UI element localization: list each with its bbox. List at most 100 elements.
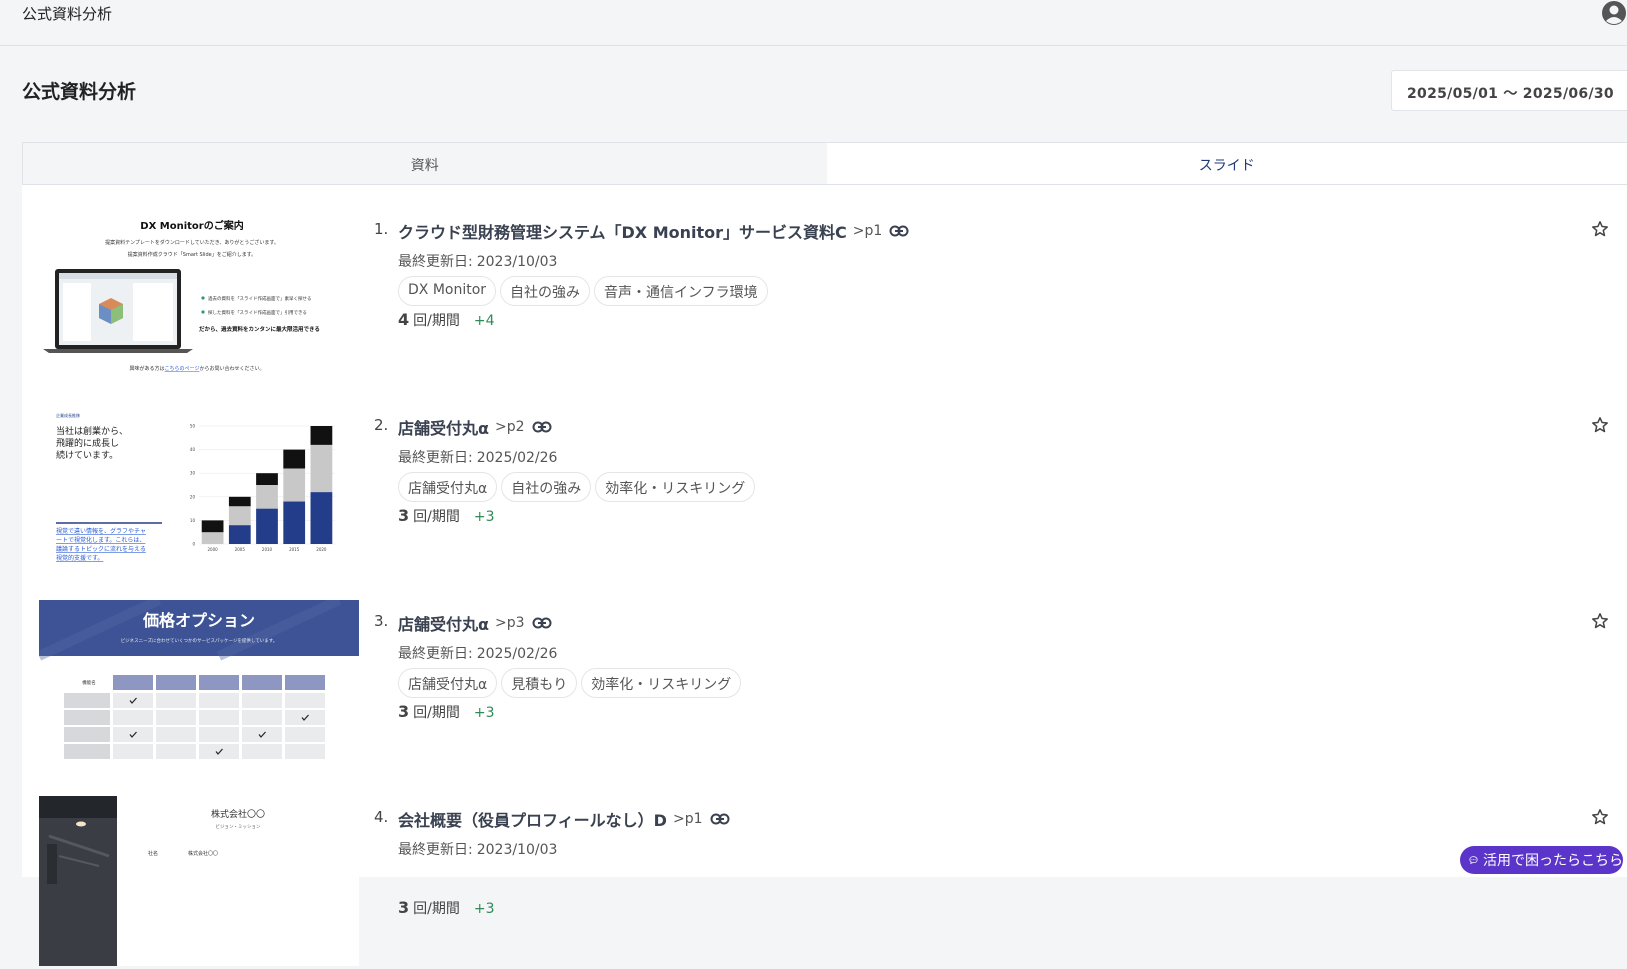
page-ref: >p3 — [495, 615, 525, 631]
tag[interactable]: 音声・通信インフラ環境 — [594, 276, 768, 306]
tag[interactable]: 自社の強み — [501, 472, 591, 502]
table-cell — [199, 744, 239, 759]
chart-y-tick-label: 20 — [190, 494, 196, 499]
last-updated: 最終更新日:2023/10/03 — [398, 839, 557, 859]
link-icon[interactable] — [532, 616, 552, 630]
tag[interactable]: 店舗受付丸α — [398, 668, 497, 698]
thumb-note: ートで視覚化します。これらは、 — [56, 536, 145, 544]
thumb-text: 社名 — [148, 850, 158, 857]
updated-date: 2023/10/03 — [477, 254, 558, 270]
last-updated: 最終更新日:2025/02/26 — [398, 643, 557, 663]
chart-bar-segment — [202, 520, 224, 532]
chart-x-tick-label: 2000 — [208, 547, 219, 552]
tag[interactable]: 店舗受付丸α — [398, 472, 497, 502]
chart-x-tick-label: 2015 — [289, 547, 300, 552]
count-unit: 回/期間 — [413, 702, 460, 722]
star-icon[interactable] — [1591, 416, 1609, 434]
help-label: 活用で困ったらこちら — [1483, 850, 1623, 870]
thumb-link: こちらのページ — [165, 366, 200, 372]
table-cell — [113, 744, 153, 759]
page-ref: >p2 — [495, 419, 525, 435]
table-header-cell — [199, 675, 239, 690]
help-chat-button[interactable]: 活用で困ったらこちら — [1460, 846, 1623, 874]
tag[interactable]: DX Monitor — [398, 276, 496, 306]
table-cell — [242, 693, 282, 708]
chart-bar-segment — [229, 497, 251, 506]
link-icon[interactable] — [710, 812, 730, 826]
table-row-label-cell — [64, 744, 110, 759]
table-cell — [285, 727, 325, 742]
slide-title[interactable]: クラウド型財務管理システム「DX Monitor」サービス資料C — [398, 219, 847, 243]
chart-bar-segment — [283, 468, 305, 501]
tag[interactable]: 効率化・リスキリング — [581, 668, 741, 698]
table-cell — [242, 710, 282, 725]
table-cell — [285, 710, 325, 725]
table-cell — [113, 710, 153, 725]
thumb-text: 提案資料テンプレートをダウンロードしていただき、ありがとうございます。 — [105, 239, 279, 246]
slide-title[interactable]: 会社概要（役員プロフィールなし）D — [398, 807, 667, 831]
thumb-text: 提案資料作成クラウド「Smart Slide」をご紹介します。 — [128, 251, 256, 258]
count-value: 4 — [398, 310, 409, 329]
table-row-label-cell — [64, 693, 110, 708]
chart-x-tick-label: 2010 — [262, 547, 273, 552]
thumb-heading: 価格オプション — [142, 611, 255, 630]
thumb-note: 視覚で違い情報を、グラフやチャ — [56, 527, 146, 535]
chart-bar-segment — [283, 450, 305, 469]
tag[interactable]: 自社の強み — [500, 276, 590, 306]
view-tabs: 資料 スライド — [22, 142, 1627, 185]
table-header-cell — [113, 675, 153, 690]
chart-y-tick-label: 0 — [192, 542, 195, 547]
star-icon[interactable] — [1591, 808, 1609, 826]
top-bar: 公式資料分析 — [0, 0, 1627, 46]
tab-slides[interactable]: スライド — [827, 143, 1627, 184]
slide-thumbnail[interactable]: 企業成長推移 当社は創業から、 飛躍的に成長し 続けています。 視覚で違い情報を… — [39, 404, 359, 574]
chart-bar-segment — [202, 532, 224, 544]
table-cell — [199, 693, 239, 708]
slide-item: 企業成長推移 当社は創業から、 飛躍的に成長し 続けています。 視覚で違い情報を… — [22, 381, 1627, 577]
count-delta: +3 — [474, 705, 495, 721]
last-updated: 最終更新日:2023/10/03 — [398, 251, 557, 271]
chart-y-tick-label: 30 — [190, 471, 196, 476]
count-value: 3 — [398, 702, 409, 721]
rank-number: 3. — [374, 612, 388, 630]
tab-documents[interactable]: 資料 — [23, 143, 827, 184]
thumb-text: ビジネスニーズに合わせていくつかのサービスパッケージを提供しています。 — [121, 637, 278, 644]
count-unit: 回/期間 — [413, 310, 460, 330]
usage-count: 4回/期間+4 — [398, 310, 495, 330]
tag[interactable]: 見積もり — [501, 668, 577, 698]
thumb-text: ビジョン・ミッション — [216, 823, 261, 830]
star-icon[interactable] — [1591, 612, 1609, 630]
slide-thumbnail[interactable]: 価格オプション ビジネスニーズに合わせていくつかのサービスパッケージを提供してい… — [39, 600, 359, 770]
count-delta: +3 — [474, 509, 495, 525]
table-cell — [285, 744, 325, 759]
table-cell — [199, 727, 239, 742]
chart-x-tick-label: 2005 — [235, 547, 246, 552]
tag[interactable]: 効率化・リスキリング — [595, 472, 755, 502]
link-icon[interactable] — [532, 420, 552, 434]
pricing-table — [64, 675, 325, 759]
slide-title[interactable]: 店舗受付丸α — [398, 611, 489, 635]
chart-bar-segment — [229, 506, 251, 525]
thumb-note: 議論するトピックに流れを与える — [56, 545, 146, 553]
chart-bar-segment — [311, 492, 333, 544]
slide-item: DX Monitorのご案内 提案資料テンプレートをダウンロードしていただき、あ… — [22, 185, 1627, 381]
chart-bar-segment — [256, 485, 278, 509]
chart-bar-segment — [256, 509, 278, 544]
date-range-picker[interactable]: 2025/05/01 ～ 2025/06/30 — [1391, 70, 1627, 111]
table-header-cell — [285, 675, 325, 690]
slide-title[interactable]: 店舗受付丸α — [398, 415, 489, 439]
rank-number: 1. — [374, 220, 388, 238]
slide-thumbnail[interactable]: 株式会社〇〇 ビジョン・ミッション 社名 株式会社〇〇 — [39, 796, 359, 966]
count-value: 3 — [398, 506, 409, 525]
star-icon[interactable] — [1591, 220, 1609, 238]
thumb-heading: 当社は創業から、 — [56, 425, 128, 437]
link-icon[interactable] — [889, 224, 909, 238]
slide-thumbnail[interactable]: DX Monitorのご案内 提案資料テンプレートをダウンロードしていただき、あ… — [39, 208, 359, 378]
growth-bar-chart: 0102030405020002005201020152020 — [190, 424, 335, 553]
thumb-text: 株式会社〇〇 — [188, 850, 218, 857]
thumb-text: 興味がある方は — [130, 365, 165, 372]
table-row-label-cell — [64, 727, 110, 742]
usage-count: 3回/期間+3 — [398, 506, 495, 526]
user-account-icon[interactable] — [1601, 0, 1627, 26]
page-ref: >p1 — [673, 811, 703, 827]
